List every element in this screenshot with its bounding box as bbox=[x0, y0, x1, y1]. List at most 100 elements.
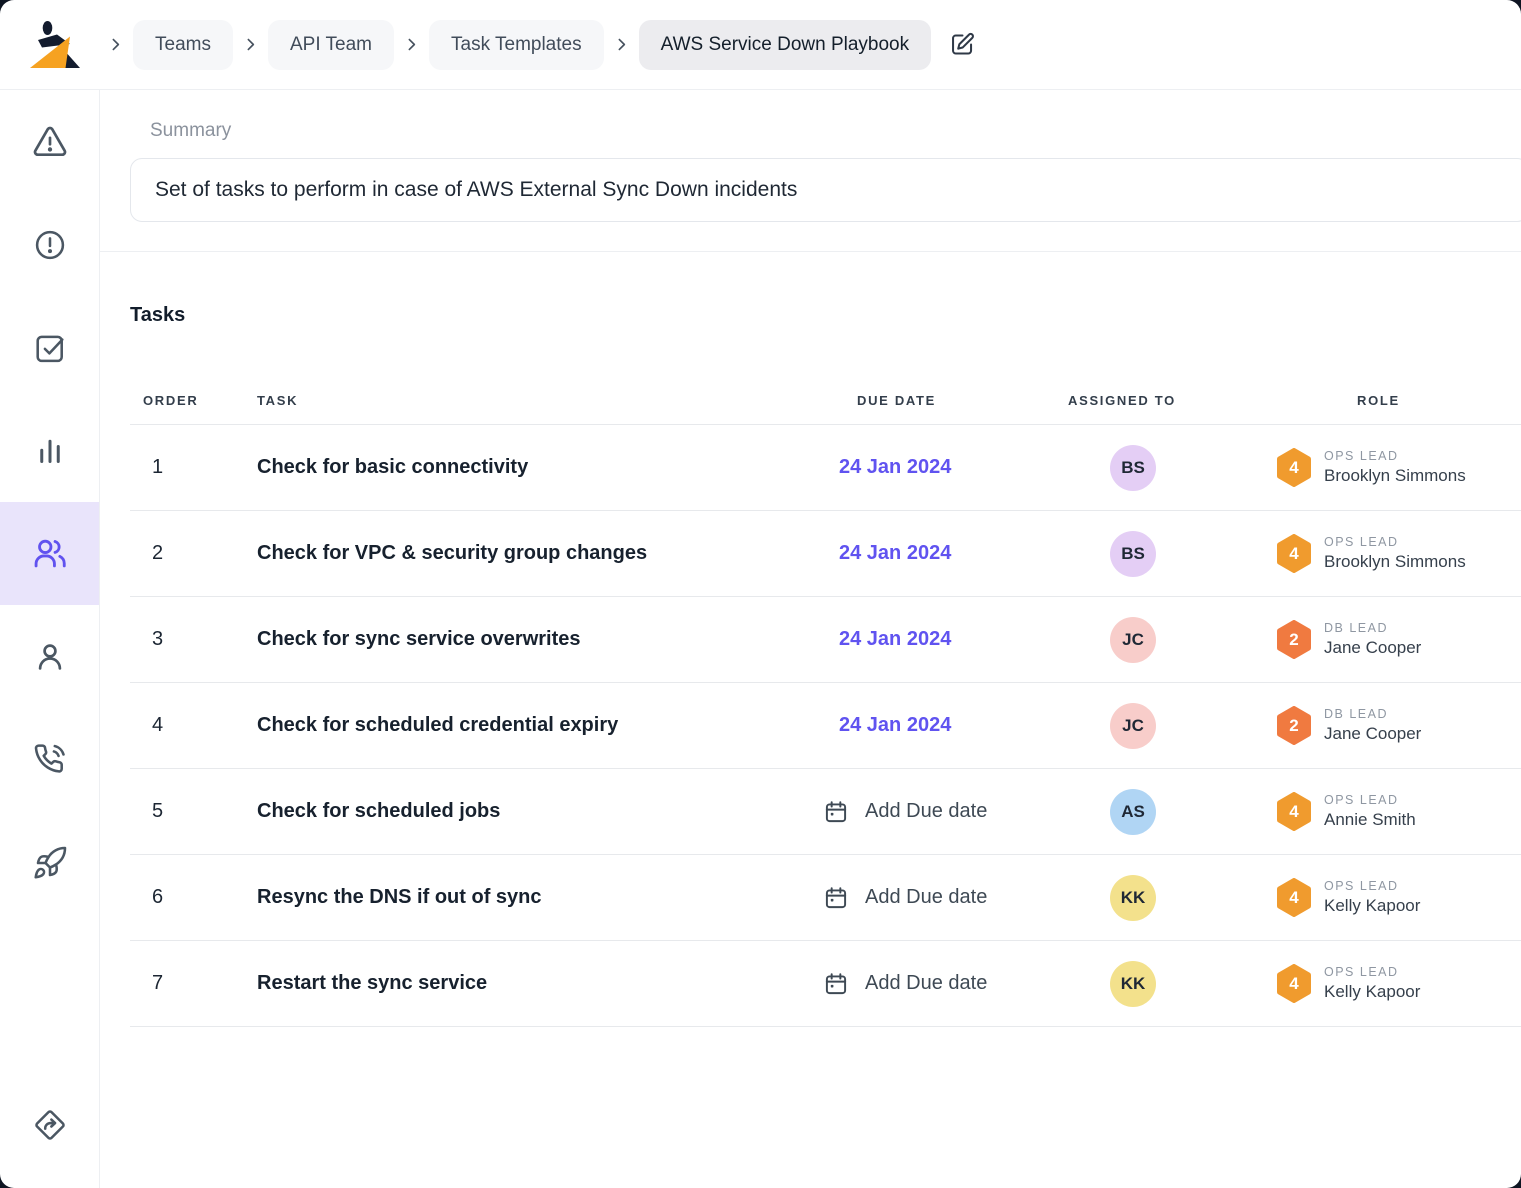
role-badge-icon: 4 bbox=[1277, 534, 1311, 573]
task-order: 6 bbox=[130, 886, 245, 909]
sidebar-item-sign-out[interactable] bbox=[0, 1073, 99, 1176]
edit-pencil-icon bbox=[949, 31, 976, 58]
due-date-value[interactable]: 24 Jan 2024 bbox=[839, 542, 951, 565]
role-badge-number: 4 bbox=[1277, 534, 1311, 573]
zenduty-logo-icon bbox=[30, 20, 82, 70]
role-badge-icon: 2 bbox=[1277, 706, 1311, 745]
task-name[interactable]: Check for sync service overwrites bbox=[245, 628, 815, 651]
role-label: OPS LEAD bbox=[1324, 965, 1420, 979]
task-name[interactable]: Resync the DNS if out of sync bbox=[245, 886, 815, 909]
role-badge-number: 4 bbox=[1277, 964, 1311, 1003]
task-name[interactable]: Check for VPC & security group changes bbox=[245, 542, 815, 565]
assignee-avatar[interactable]: JC bbox=[1110, 703, 1156, 749]
role-badge-icon: 2 bbox=[1277, 620, 1311, 659]
role-person-name: Brooklyn Simmons bbox=[1324, 466, 1466, 486]
role-badge-icon: 4 bbox=[1277, 792, 1311, 831]
app-logo[interactable] bbox=[30, 20, 82, 70]
role-cell[interactable]: 4 OPS LEAD Kelly Kapoor bbox=[1250, 964, 1521, 1003]
role-person-name: Brooklyn Simmons bbox=[1324, 552, 1466, 572]
table-row: 7 Restart the sync service Add Due da bbox=[130, 941, 1521, 1027]
task-name[interactable]: Check for scheduled jobs bbox=[245, 800, 815, 823]
sidebar-item-on-call[interactable] bbox=[0, 708, 99, 811]
due-date-value[interactable]: 24 Jan 2024 bbox=[839, 714, 951, 737]
role-cell[interactable]: 4 OPS LEAD Annie Smith bbox=[1250, 792, 1521, 831]
sidebar-nav bbox=[0, 90, 100, 1188]
due-date-value[interactable]: 24 Jan 2024 bbox=[839, 456, 951, 479]
assignee-avatar[interactable]: BS bbox=[1110, 445, 1156, 491]
add-due-date-label: Add Due date bbox=[865, 800, 987, 823]
add-due-date-label: Add Due date bbox=[865, 886, 987, 909]
role-person-name: Kelly Kapoor bbox=[1324, 982, 1420, 1002]
alert-circle-icon bbox=[32, 227, 68, 263]
teams-icon bbox=[31, 535, 69, 573]
sidebar-item-alerts[interactable] bbox=[0, 90, 99, 193]
role-badge-number: 4 bbox=[1277, 792, 1311, 831]
table-row: 2 Check for VPC & security group changes… bbox=[130, 511, 1521, 597]
role-cell[interactable]: 2 DB LEAD Jane Cooper bbox=[1250, 620, 1521, 659]
role-cell[interactable]: 4 OPS LEAD Brooklyn Simmons bbox=[1250, 448, 1521, 487]
task-order: 1 bbox=[130, 456, 245, 479]
summary-section: Summary bbox=[100, 90, 1521, 252]
task-order: 5 bbox=[130, 800, 245, 823]
table-row: 5 Check for scheduled jobs Add Due da bbox=[130, 769, 1521, 855]
assignee-avatar[interactable]: JC bbox=[1110, 617, 1156, 663]
assignee-avatar[interactable]: KK bbox=[1110, 875, 1156, 921]
breadcrumb-item-teams[interactable]: Teams bbox=[133, 20, 233, 70]
task-name[interactable]: Restart the sync service bbox=[245, 972, 815, 995]
top-bar: Teams API Team Task Templates AWS Servic… bbox=[0, 0, 1521, 90]
role-cell[interactable]: 4 OPS LEAD Brooklyn Simmons bbox=[1250, 534, 1521, 573]
add-due-date-label: Add Due date bbox=[865, 972, 987, 995]
breadcrumb-item-task-templates[interactable]: Task Templates bbox=[429, 20, 604, 70]
role-badge-number: 2 bbox=[1277, 706, 1311, 745]
sidebar-item-users[interactable] bbox=[0, 605, 99, 708]
user-icon bbox=[32, 639, 68, 675]
summary-label: Summary bbox=[150, 120, 1521, 142]
column-header-due-date: DUE DATE bbox=[815, 393, 1050, 408]
oncall-phone-icon bbox=[32, 742, 68, 778]
table-row: 1 Check for basic connectivity 24 Jan 20… bbox=[130, 425, 1521, 511]
assignee-avatar[interactable]: KK bbox=[1110, 961, 1156, 1007]
task-name[interactable]: Check for scheduled credential expiry bbox=[245, 714, 815, 737]
due-date-value[interactable]: 24 Jan 2024 bbox=[839, 628, 951, 651]
sidebar-item-analytics[interactable] bbox=[0, 399, 99, 502]
add-due-date-button[interactable]: Add Due date bbox=[823, 971, 987, 997]
sidebar-item-tasks[interactable] bbox=[0, 296, 99, 399]
calendar-icon bbox=[823, 971, 849, 997]
task-check-icon bbox=[32, 330, 68, 366]
role-badge-icon: 4 bbox=[1277, 878, 1311, 917]
column-header-role: ROLE bbox=[1250, 393, 1521, 408]
assignee-avatar[interactable]: AS bbox=[1110, 789, 1156, 835]
calendar-icon bbox=[823, 885, 849, 911]
role-label: OPS LEAD bbox=[1324, 535, 1466, 549]
app-window: Teams API Team Task Templates AWS Servic… bbox=[0, 0, 1521, 1188]
breadcrumb-item-current-playbook[interactable]: AWS Service Down Playbook bbox=[639, 20, 932, 70]
role-label: OPS LEAD bbox=[1324, 793, 1416, 807]
role-label: OPS LEAD bbox=[1324, 879, 1420, 893]
tasks-title: Tasks bbox=[130, 304, 1521, 327]
add-due-date-button[interactable]: Add Due date bbox=[823, 885, 987, 911]
task-order: 2 bbox=[130, 542, 245, 565]
sidebar-item-incidents[interactable] bbox=[0, 193, 99, 296]
edit-playbook-name-button[interactable] bbox=[945, 27, 980, 62]
rocket-icon bbox=[32, 845, 68, 881]
column-header-order: ORDER bbox=[130, 393, 245, 408]
sidebar-item-getting-started[interactable] bbox=[0, 811, 99, 914]
task-order: 4 bbox=[130, 714, 245, 737]
role-cell[interactable]: 2 DB LEAD Jane Cooper bbox=[1250, 706, 1521, 745]
breadcrumb-item-api-team[interactable]: API Team bbox=[268, 20, 394, 70]
role-cell[interactable]: 4 OPS LEAD Kelly Kapoor bbox=[1250, 878, 1521, 917]
column-header-assigned-to: ASSIGNED TO bbox=[1050, 393, 1250, 408]
breadcrumb-chevron-icon bbox=[613, 36, 630, 53]
sidebar-item-teams[interactable] bbox=[0, 502, 99, 605]
calendar-icon bbox=[823, 799, 849, 825]
summary-input[interactable] bbox=[130, 158, 1521, 222]
role-badge-icon: 4 bbox=[1277, 448, 1311, 487]
task-name[interactable]: Check for basic connectivity bbox=[245, 456, 815, 479]
breadcrumb-chevron-icon bbox=[242, 36, 259, 53]
bar-chart-icon bbox=[32, 433, 68, 469]
tasks-section: Tasks ORDER TASK DUE DATE ASSIGNED TO RO… bbox=[100, 252, 1521, 1027]
assignee-avatar[interactable]: BS bbox=[1110, 531, 1156, 577]
main-content: Summary Tasks ORDER TASK DUE DATE ASSIGN… bbox=[100, 90, 1521, 1188]
role-person-name: Annie Smith bbox=[1324, 810, 1416, 830]
add-due-date-button[interactable]: Add Due date bbox=[823, 799, 987, 825]
